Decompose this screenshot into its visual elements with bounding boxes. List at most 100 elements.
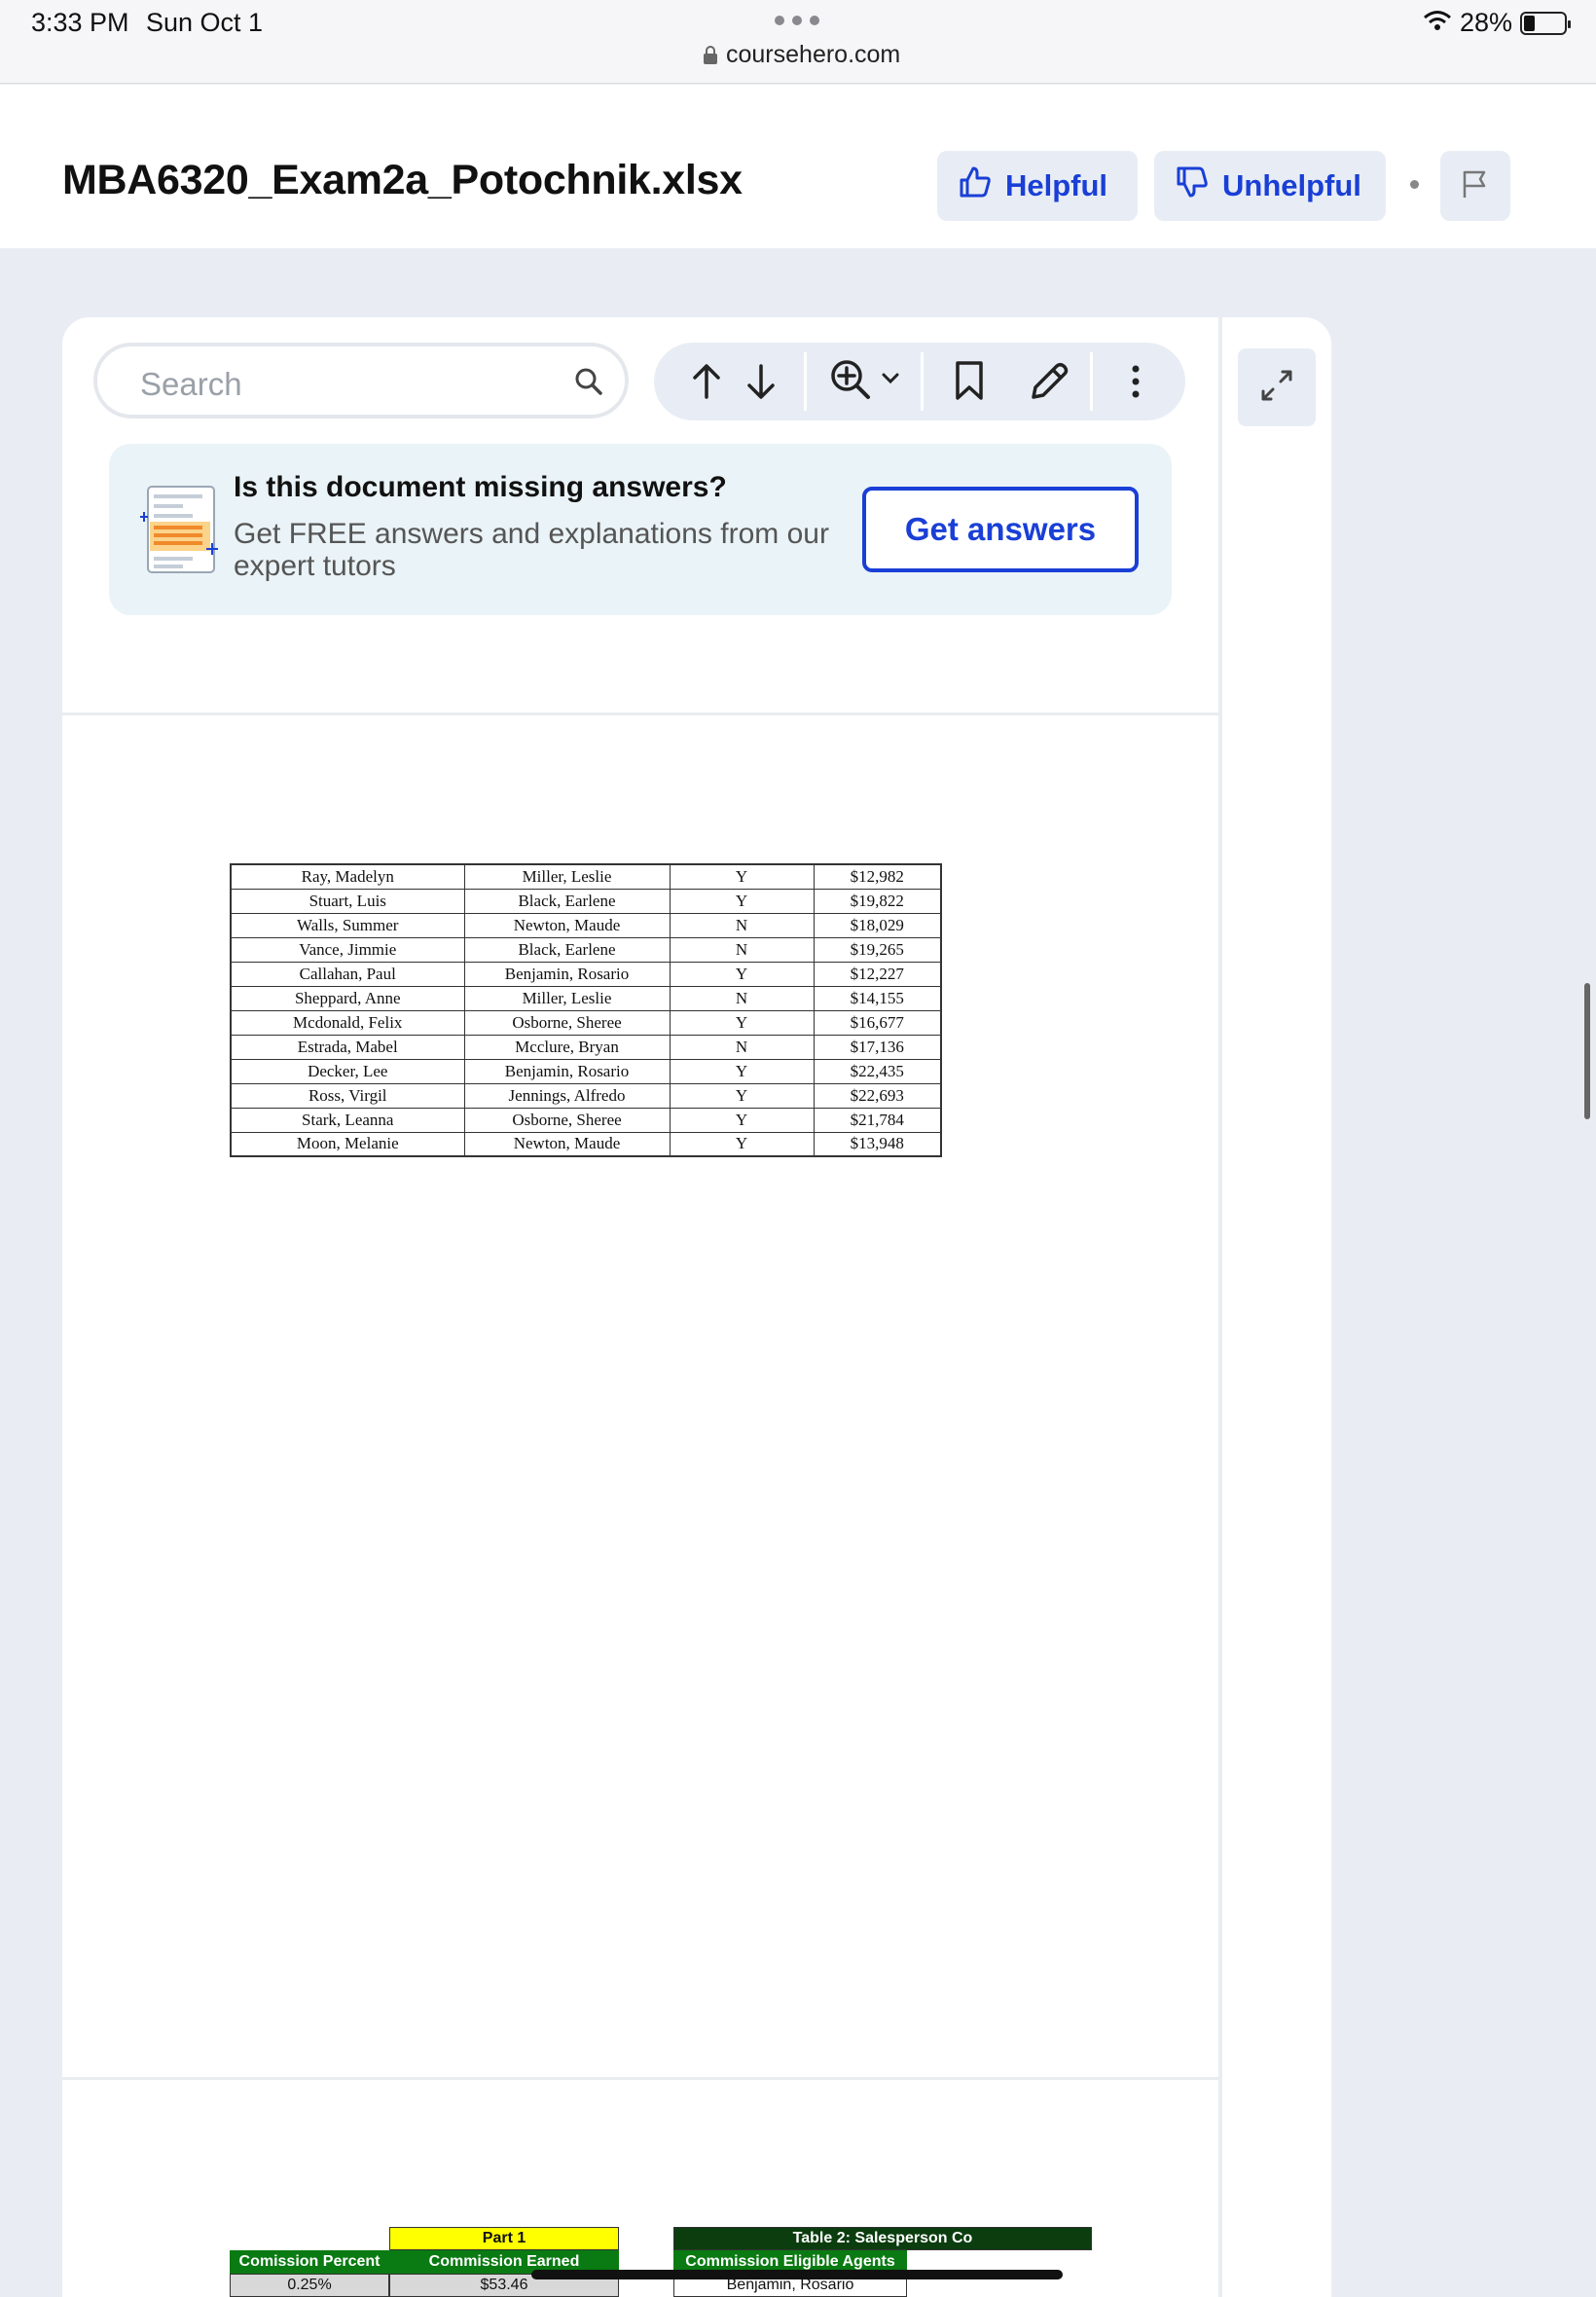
toolbar-divider <box>921 352 924 411</box>
table-row: Decker, Lee Benjamin, Rosario Y $22,435 <box>230 1058 942 1084</box>
table-cell: $12,227 <box>813 961 942 987</box>
arrow-down-icon[interactable] <box>745 362 777 406</box>
spreadsheet-table: Ray, Madelyn Miller, Leslie Y $12,982 Stuart… <box>230 863 942 1157</box>
flag-icon <box>1461 168 1490 204</box>
status-right: 28% <box>1423 8 1571 38</box>
promo-text: Get FREE answers and explanations from o… <box>234 518 829 582</box>
page-divider <box>62 712 1218 715</box>
zoom-in-icon[interactable] <box>829 358 872 406</box>
get-answers-button[interactable]: Get answers <box>862 487 1139 572</box>
document-header: MBA6320_Exam2a_Potochnik.xlsx Helpful Un… <box>0 85 1596 248</box>
table-cell: Y <box>669 1131 815 1157</box>
table-row: Callahan, Paul Benjamin, Rosario Y $12,227 <box>230 961 942 987</box>
table-row: Mcdonald, Felix Osborne, Sheree Y $16,677 <box>230 1009 942 1036</box>
table-cell: N <box>669 1034 815 1060</box>
unhelpful-button[interactable]: Unhelpful <box>1154 151 1386 221</box>
table-cell: Benjamin, Rosario <box>463 1058 671 1084</box>
missing-answers-banner: Is this document missing answers? Get FR… <box>109 444 1172 615</box>
search-icon[interactable] <box>574 367 603 401</box>
table-cell: Y <box>669 863 815 890</box>
table-row: Walls, Summer Newton, Maude N $18,029 <box>230 912 942 938</box>
search-input[interactable]: Search <box>93 343 629 419</box>
table-cell: N <box>669 936 815 963</box>
document-viewer: Search Is this document missing answers?… <box>62 317 1218 2297</box>
table-row: Ray, Madelyn Miller, Leslie Y $12,982 <box>230 863 942 890</box>
table-cell: Newton, Maude <box>463 1131 671 1157</box>
battery-icon <box>1520 11 1571 35</box>
table-cell: Stark, Leanna <box>230 1107 465 1133</box>
battery-percent: 28% <box>1459 8 1512 37</box>
table-cell: $16,677 <box>813 1009 942 1036</box>
table-cell: Vance, Jimmie <box>230 936 465 963</box>
status-time: 3:33 PM <box>31 8 129 37</box>
table-cell: Estrada, Mabel <box>230 1034 465 1060</box>
thumbs-down-icon <box>1176 165 1209 206</box>
commission-percent-value: 0.25% <box>230 2274 389 2297</box>
report-flag-button[interactable] <box>1440 151 1510 221</box>
table-cell: Stuart, Luis <box>230 888 465 914</box>
table-row: Sheppard, Anne Miller, Leslie N $14,155 <box>230 985 942 1011</box>
col-commission-percent: Comission Percent <box>230 2250 389 2274</box>
table-cell: Y <box>669 1107 815 1133</box>
table-cell: $22,435 <box>813 1058 942 1084</box>
table-cell: Benjamin, Rosario <box>463 961 671 987</box>
table-cell: $21,784 <box>813 1107 942 1133</box>
spreadsheet-fragment: Part 1 Comission Percent Commission Earn… <box>230 2227 1203 2297</box>
table-cell: $22,693 <box>813 1082 942 1109</box>
table-cell: $19,265 <box>813 936 942 963</box>
table-row: Stark, Leanna Osborne, Sheree Y $21,784 <box>230 1107 942 1133</box>
page-divider <box>62 2077 1218 2080</box>
table-cell: Black, Earlene <box>463 888 671 914</box>
table-row: Stuart, Luis Black, Earlene Y $19,822 <box>230 888 942 914</box>
table-row: Moon, Melanie Newton, Maude Y $13,948 <box>230 1131 942 1157</box>
table-cell: Osborne, Sheree <box>463 1009 671 1036</box>
scrollbar-thumb[interactable] <box>1584 983 1590 1119</box>
viewer-toolbar <box>654 343 1185 420</box>
arrow-up-icon[interactable] <box>691 362 722 406</box>
status-bar: 3:33 PM Sun Oct 1 coursehero.com 28% <box>0 0 1596 84</box>
wifi-icon <box>1423 8 1452 38</box>
bookmark-icon[interactable] <box>954 360 985 406</box>
table-cell: N <box>669 985 815 1011</box>
table-cell: Y <box>669 888 815 914</box>
fullscreen-button[interactable] <box>1238 348 1316 426</box>
table-cell: Walls, Summer <box>230 912 465 938</box>
toolbar-divider <box>1090 352 1093 411</box>
unhelpful-label: Unhelpful <box>1222 168 1361 202</box>
table-row: Estrada, Mabel Mcclure, Bryan N $17,136 <box>230 1034 942 1060</box>
table-cell: Black, Earlene <box>463 936 671 963</box>
table-cell: Newton, Maude <box>463 912 671 938</box>
table-cell: $17,136 <box>813 1034 942 1060</box>
table-cell: $18,029 <box>813 912 942 938</box>
table-cell: $14,155 <box>813 985 942 1011</box>
helpful-button[interactable]: Helpful <box>937 151 1138 221</box>
table-cell: Moon, Melanie <box>230 1131 465 1157</box>
table-cell: Y <box>669 961 815 987</box>
expand-icon <box>1257 366 1296 410</box>
lock-icon <box>703 46 718 64</box>
table-cell: Y <box>669 1082 815 1109</box>
chevron-down-icon[interactable] <box>882 372 899 390</box>
table-cell: Y <box>669 1009 815 1036</box>
table-row: Ross, Virgil Jennings, Alfredo Y $22,693 <box>230 1082 942 1109</box>
table-cell: Callahan, Paul <box>230 961 465 987</box>
table-cell: Miller, Leslie <box>463 863 671 890</box>
search-placeholder: Search <box>140 366 242 402</box>
viewer-side-panel <box>1222 317 1331 2297</box>
document-icon <box>140 483 218 581</box>
multitasking-dots-icon[interactable] <box>775 16 819 25</box>
separator-dot <box>1410 180 1419 189</box>
home-indicator[interactable] <box>531 2270 1063 2279</box>
table-cell: Ross, Virgil <box>230 1082 465 1109</box>
address-bar[interactable]: coursehero.com <box>703 41 900 69</box>
status-date: Sun Oct 1 <box>146 8 264 37</box>
table-cell: $13,948 <box>813 1131 942 1157</box>
table-cell: Y <box>669 1058 815 1084</box>
more-options-icon[interactable] <box>1131 364 1141 404</box>
table-cell: Decker, Lee <box>230 1058 465 1084</box>
helpful-label: Helpful <box>1005 168 1108 202</box>
table-row: Vance, Jimmie Black, Earlene N $19,265 <box>230 936 942 963</box>
table-cell: Sheppard, Anne <box>230 985 465 1011</box>
pencil-icon[interactable] <box>1028 360 1070 408</box>
page-title: MBA6320_Exam2a_Potochnik.xlsx <box>62 157 743 203</box>
